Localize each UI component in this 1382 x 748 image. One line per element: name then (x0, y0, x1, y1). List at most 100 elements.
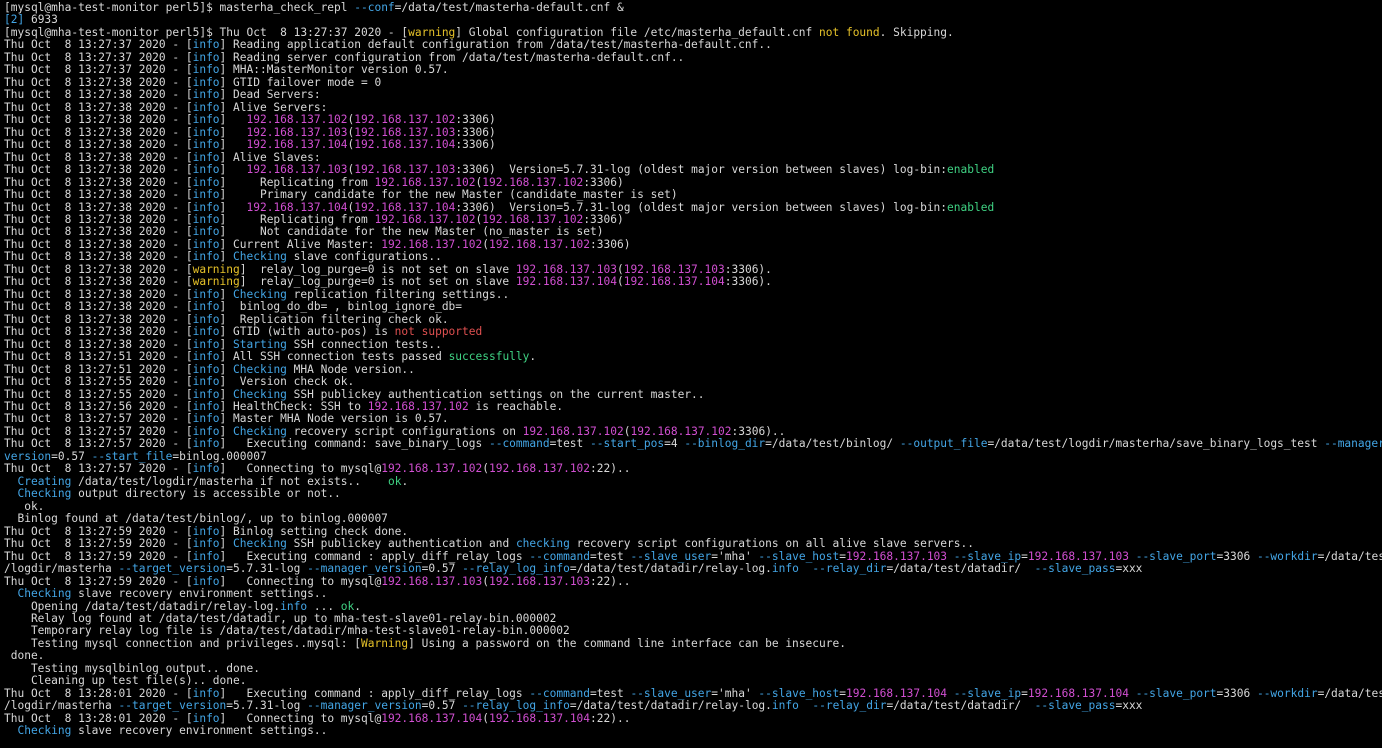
terminal-text-segment: ] (219, 537, 234, 551)
terminal-text-segment: info (192, 88, 220, 102)
terminal-text-segment: Thu Oct 8 13:27:38 2020 - [ (4, 225, 193, 239)
terminal-text-segment: Thu Oct 8 13:27:38 2020 - [ (4, 113, 193, 127)
terminal-text-segment: = (839, 549, 846, 563)
terminal-text-segment: info (192, 138, 220, 152)
terminal-text-segment: ] (219, 250, 234, 264)
terminal-text-segment: --command (488, 437, 550, 451)
terminal-text-segment: 192.168.137.102 (374, 175, 476, 189)
terminal-text-segment: --slave_pass (1034, 699, 1116, 713)
terminal-text-segment: ] Executing command : apply_diff_relay_l… (219, 686, 530, 700)
terminal-text-segment: Checking (233, 250, 287, 264)
terminal-text-segment: =0.57 (51, 449, 92, 463)
terminal-text-segment: . (354, 599, 362, 613)
terminal-text-segment: is reachable. (468, 400, 564, 413)
terminal-text-segment: ( (482, 462, 489, 476)
terminal-text-segment: ] relay_log_purge=0 is not set on slave (239, 275, 516, 289)
terminal-text-segment: ='mha' (711, 549, 759, 563)
terminal-text-segment: ] Replicating from (219, 175, 375, 189)
terminal-text-segment: =0.57 (421, 699, 463, 713)
terminal-text-segment: ] Executing command : apply_diff_relay_l… (219, 549, 530, 563)
terminal-text-segment: ] Connecting to mysql@ (219, 574, 382, 588)
terminal-text-segment: Thu Oct 8 13:27:38 2020 - [ (4, 125, 193, 139)
terminal-text-segment: ] Alive Slaves: (219, 150, 321, 164)
terminal-text-segment: ( (482, 574, 489, 588)
terminal-text-segment: 192.168.137.104 (246, 138, 348, 152)
terminal-text-segment: recovery script configurations on (286, 424, 523, 438)
terminal-text-segment: SSH publickey authentication settings on… (286, 387, 705, 401)
terminal-text-segment: version (4, 449, 52, 463)
terminal-text-segment: --command (529, 686, 591, 700)
terminal-text-segment: Thu Oct 8 13:27:38 2020 - [ (4, 287, 193, 301)
terminal-text-segment: --relay_log_info (462, 699, 570, 713)
terminal-text-segment: ] Current Alive Master: (219, 237, 382, 251)
terminal-text-segment: info (192, 325, 220, 339)
terminal-text-segment: ] (219, 163, 247, 177)
terminal-text-segment: . Skipping. (879, 25, 954, 39)
terminal-text-segment: ok (340, 599, 355, 613)
terminal-text-segment: info (192, 188, 220, 202)
terminal-text-segment: 192.168.137.103 (623, 262, 725, 276)
terminal-text-segment: --start_file (91, 449, 173, 463)
terminal-text-segment: warning (192, 275, 240, 289)
terminal-text-segment: Thu Oct 8 13:27:37 2020 - [ (4, 38, 193, 52)
terminal-text-segment: 192.168.137.103 (846, 549, 948, 563)
terminal-text-segment: Thu Oct 8 13:28:01 2020 - [ (4, 711, 193, 725)
terminal-text-segment: Thu Oct 8 13:27:38 2020 - [ (4, 262, 193, 276)
terminal-text-segment: Thu Oct 8 13:27:56 2020 - [ (4, 400, 193, 413)
terminal-text-segment: --manager_ (1324, 437, 1382, 451)
terminal-text-segment: ] Connecting to mysql@ (219, 711, 382, 725)
terminal-text-segment: info (192, 412, 220, 426)
terminal-text-segment: :22).. (590, 462, 631, 476)
terminal-text-segment: info (192, 711, 220, 725)
terminal-text-segment: =0.57 (421, 562, 463, 576)
terminal-text-segment: --manager_version (307, 699, 422, 713)
terminal-text-segment: not supported (394, 325, 483, 339)
terminal-text-segment: Thu Oct 8 13:27:59 2020 - [ (4, 537, 193, 551)
terminal-text-segment: Thu Oct 8 13:27:59 2020 - [ (4, 524, 193, 538)
terminal-text-segment: info (192, 63, 220, 77)
terminal-text-segment: ] Alive Servers: (219, 100, 328, 114)
terminal-text-segment: 192.168.137.103 (246, 163, 348, 177)
terminal-text-segment: ] Dead Servers: (219, 88, 321, 102)
terminal-text-segment: info (192, 574, 220, 588)
terminal-text-segment: ok. (4, 499, 45, 513)
terminal-text-segment: replication filtering settings.. (286, 287, 510, 301)
terminal-text-segment: Checking (233, 387, 287, 401)
terminal-text-segment: :3306) (455, 125, 496, 139)
terminal-text-segment: Thu Oct 8 13:27:38 2020 - [ (4, 175, 193, 189)
terminal-output[interactable]: [mysql@mha-test-monitor perl5]$ masterha… (0, 0, 1382, 748)
terminal-text-segment: =/data/test/datadir/ (886, 562, 1035, 576)
terminal-text-segment: 192.168.137.103 (246, 125, 348, 139)
terminal-text-segment: Testing mysql connection and privileges.… (4, 636, 361, 650)
terminal-text-segment: MHA Node version.. (286, 362, 415, 376)
terminal-text-segment: Thu Oct 8 13:27:38 2020 - [ (4, 337, 193, 351)
terminal-text-segment: ] Reading server configuration from /dat… (219, 50, 685, 64)
terminal-text-segment: ] (219, 424, 234, 438)
terminal-text-segment: --target_version (118, 562, 227, 576)
terminal-text-segment: info (192, 175, 220, 189)
terminal-text-segment: Checking (233, 287, 287, 301)
terminal-text-segment: ] (219, 200, 247, 214)
terminal-text-segment: Relay log found at /data/test/datadir, u… (4, 611, 557, 625)
terminal-text-segment: =3306 (1216, 686, 1257, 700)
terminal-text-segment: 192.168.137.104 (1027, 686, 1129, 700)
terminal-text-segment: SSH connection tests.. (286, 337, 442, 351)
terminal-text-segment: info (192, 38, 220, 52)
terminal-text-segment: 192.168.137.104 (846, 686, 948, 700)
terminal-text-segment: Thu Oct 8 13:27:57 2020 - [ (4, 437, 193, 451)
terminal-text-segment: 192.168.137.104 (381, 711, 483, 725)
terminal-text-segment: Checking (17, 487, 72, 501)
terminal-text-segment: --conf (354, 1, 395, 14)
terminal-text-segment: =/data/test/datadir/relay-log. (569, 562, 772, 576)
terminal-text-segment: enabled (947, 163, 995, 177)
terminal-text-segment: --slave_port (1135, 549, 1217, 563)
terminal-text-segment: SSH publickey authentication and (286, 537, 516, 551)
terminal-text-segment: /logdir/masterha (4, 699, 119, 713)
terminal-text-segment: =xxx (1115, 562, 1143, 576)
terminal-text-segment: Thu Oct 8 13:27:59 2020 - [ (4, 549, 193, 563)
terminal-text-segment: info (192, 237, 220, 251)
